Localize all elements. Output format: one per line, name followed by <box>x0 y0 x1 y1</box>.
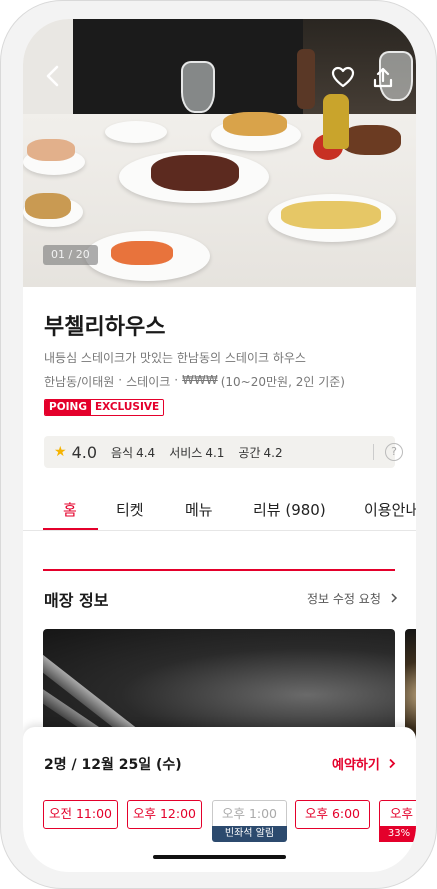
store-photo-next[interactable] <box>405 629 416 739</box>
favorite-button[interactable] <box>329 63 357 91</box>
rating-bar[interactable]: ★ 4.0 음식 4.4 서비스 4.1 공간 4.2 ? <box>44 436 403 468</box>
badge-exclusive: EXCLUSIVE <box>90 400 164 415</box>
time-slot-1200[interactable]: 오후 12:00 <box>127 800 202 829</box>
meta-dot: · <box>174 373 179 387</box>
grilled-food <box>341 125 401 155</box>
restaurant-description: 내등심 스테이크가 맛있는 한남동의 스테이크 하우스 <box>44 351 306 365</box>
chevron-right-icon <box>389 758 396 769</box>
rating-service: 서비스 4.1 <box>169 444 224 461</box>
reserve-button[interactable]: 예약하기 <box>332 754 396 773</box>
waitlist-tag: 빈좌석 알림 <box>212 826 287 842</box>
rating-food-value: 4.4 <box>136 445 156 460</box>
tab-info[interactable]: 이용안내 <box>364 499 416 520</box>
tab-bar: 홈 티켓 메뉴 리뷰 (980) 이용안내 <box>23 489 416 531</box>
time-slot-1300[interactable]: 오후 1:00 <box>212 800 287 829</box>
rating-space-value: 4.2 <box>263 445 283 460</box>
time-slot-partial[interactable]: 오후 <box>379 800 416 829</box>
rating-space: 공간 4.2 <box>238 444 282 461</box>
pepper-mill <box>297 49 315 109</box>
store-photo[interactable] <box>43 629 395 739</box>
reserve-label: 예약하기 <box>332 758 380 773</box>
edit-info-link[interactable]: 정보 수정 요청 <box>307 590 398 607</box>
back-button[interactable] <box>39 63 65 89</box>
help-icon[interactable]: ? <box>385 443 403 461</box>
glass-left <box>181 61 215 113</box>
section-divider <box>43 569 395 571</box>
price-range: (10~20만원, 2인 기준) <box>220 375 345 389</box>
phone-frame: 01 / 20 부첼리하우스 내등심 스테이크가 맛있는 한남동의 스테이크 하… <box>0 0 437 889</box>
restaurant-meta: 한남동/이태원 · 스테이크 · ₩₩₩ (10~20만원, 2인 기준) <box>44 373 345 390</box>
tab-menu[interactable]: 메뉴 <box>185 499 213 520</box>
tab-active-indicator <box>43 528 98 530</box>
meta-dot: · <box>118 373 123 387</box>
poing-exclusive-badge: POING EXCLUSIVE <box>44 399 165 416</box>
rating-food-label: 음식 <box>111 445 134 460</box>
fries <box>223 112 287 136</box>
badge-poing: POING <box>45 400 91 415</box>
dish-left <box>25 193 71 219</box>
share-icon <box>373 67 393 88</box>
rating-space-label: 공간 <box>238 445 261 460</box>
risotto <box>281 201 381 229</box>
tab-ticket[interactable]: 티켓 <box>116 499 144 520</box>
plate-bread <box>105 121 167 143</box>
discount-tag: 33% <box>379 826 416 842</box>
star-icon: ★ <box>54 444 67 460</box>
time-slot-1100[interactable]: 오전 11:00 <box>43 800 118 829</box>
chevron-right-icon <box>391 593 397 603</box>
back-arrow-icon <box>46 65 59 87</box>
restaurant-name: 부첼리하우스 <box>44 315 166 340</box>
rating-service-value: 4.1 <box>205 445 225 460</box>
share-button[interactable] <box>369 63 397 91</box>
hero-image[interactable]: 01 / 20 <box>23 19 416 287</box>
booking-sheet: 2명 / 12월 25일 (수) 예약하기 오전 11:00 오후 12:00 … <box>23 727 416 872</box>
time-slot-1800[interactable]: 오후 6:00 <box>295 800 370 829</box>
rating-overall: 4.0 <box>71 442 98 462</box>
price-symbol: ₩₩₩ <box>182 373 218 387</box>
cuisine-text: 스테이크 <box>126 375 171 389</box>
oil-bottle <box>323 94 349 149</box>
location-text: 한남동/이태원 <box>44 375 115 389</box>
photo-counter: 01 / 20 <box>43 245 98 265</box>
section-title: 매장 정보 <box>44 591 109 610</box>
rating-food: 음식 4.4 <box>111 444 155 461</box>
edit-info-label: 정보 수정 요청 <box>307 592 381 606</box>
heart-icon <box>331 66 355 88</box>
shellfish <box>27 139 75 161</box>
rating-service-label: 서비스 <box>169 445 203 460</box>
steak <box>151 155 239 191</box>
home-indicator[interactable] <box>153 855 286 859</box>
tab-home[interactable]: 홈 <box>63 499 77 520</box>
app-screen: 01 / 20 부첼리하우스 내등심 스테이크가 맛있는 한남동의 스테이크 하… <box>23 19 416 872</box>
rating-divider <box>373 444 374 460</box>
photo-tongs <box>43 650 172 739</box>
tab-review[interactable]: 리뷰 (980) <box>253 499 326 520</box>
salmon <box>111 241 173 265</box>
booking-summary[interactable]: 2명 / 12월 25일 (수) <box>44 754 182 774</box>
